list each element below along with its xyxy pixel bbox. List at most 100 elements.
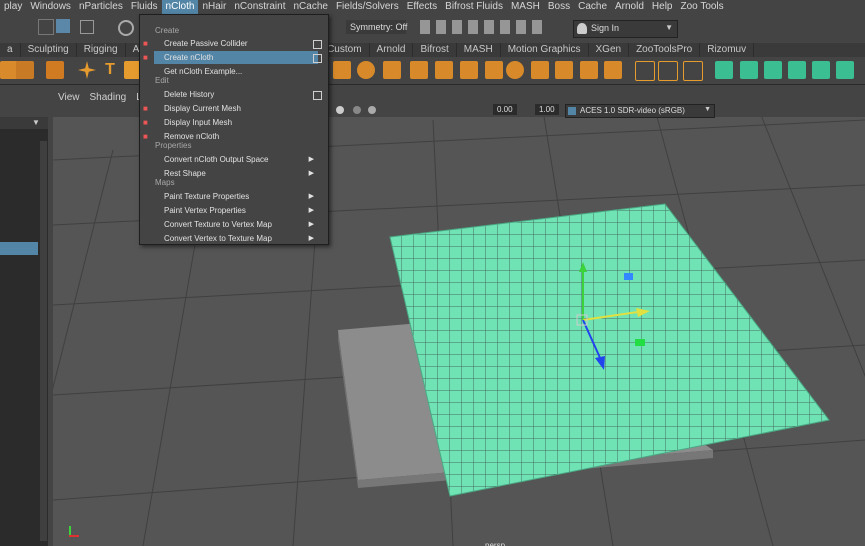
tshirt-icon: ■ (143, 39, 148, 48)
axis-x-icon (69, 535, 79, 537)
menu-fluids[interactable]: Fluids (127, 0, 162, 14)
snap-grid-icon[interactable] (80, 20, 94, 34)
shelf-icon-16[interactable] (604, 61, 622, 79)
menu-mash[interactable]: MASH (507, 0, 544, 14)
colorspace-label: ACES 1.0 SDR-video (sRGB) (580, 106, 685, 115)
option-box-icon[interactable] (313, 91, 322, 100)
gamma-icon[interactable] (368, 106, 376, 114)
menu-help[interactable]: Help (648, 0, 677, 14)
outliner-scrollbar[interactable] (40, 141, 47, 541)
shelf-icon-3[interactable] (46, 61, 64, 79)
section-create: Create (155, 26, 180, 35)
shelf-tab-6[interactable]: Arnold (370, 43, 414, 57)
menu-ncache[interactable]: nCache (289, 0, 331, 14)
outliner-menu-icon[interactable]: ▼ (32, 118, 40, 127)
shelf-tabs: aSculptingRiggingAniCustomArnoldBifrostM… (0, 43, 865, 57)
shelf-icon-20[interactable] (715, 61, 733, 79)
shelf-tab-11[interactable]: ZooToolsPro (629, 43, 701, 57)
shelf-icon-8[interactable] (410, 61, 428, 79)
shelf-icon-19[interactable] (683, 61, 703, 81)
panel-menu-view[interactable]: View (53, 92, 85, 103)
menu-item-convert-ncloth-output-space[interactable]: Convert nCloth Output Space ▶ (154, 153, 318, 166)
menu-item-create-ncloth[interactable]: Create nCloth (154, 51, 318, 64)
shelf-icon-10[interactable] (460, 61, 478, 79)
lasso-icon[interactable] (118, 20, 134, 36)
menu-item-label: Create Passive Collider (164, 39, 248, 48)
shelf-tab-0[interactable]: a (0, 43, 21, 57)
menu-item-remove-ncloth[interactable]: Remove nCloth (154, 130, 318, 143)
menu-cache[interactable]: Cache (574, 0, 611, 14)
menu-item-display-current-mesh[interactable]: Display Current Mesh (154, 102, 318, 115)
menu-item-paint-vertex-properties[interactable]: Paint Vertex Properties ▶ (154, 204, 318, 217)
shelf-tab-12[interactable]: Rizomuv (700, 43, 755, 57)
menu-item-get-ncloth-example[interactable]: Get nCloth Example... (154, 65, 318, 78)
shelf-icon-22[interactable] (764, 61, 782, 79)
shelf-icon-9[interactable] (435, 61, 453, 79)
menu-item-delete-history[interactable]: Delete History (154, 88, 318, 101)
shelf-icon-4[interactable] (78, 61, 96, 79)
sign-in-dropdown[interactable]: Sign In ▼ (573, 20, 678, 38)
shelf-icon-25[interactable] (836, 61, 854, 79)
menu-windows[interactable]: Windows (26, 0, 75, 14)
menu-nhair[interactable]: nHair (198, 0, 230, 14)
menu-item-create-passive-collider[interactable]: Create Passive Collider (154, 37, 318, 50)
shelf-icon-11[interactable] (485, 61, 503, 79)
colorspace-dropdown[interactable]: ACES 1.0 SDR-video (sRGB) ▼ (565, 104, 715, 118)
shelf-tab-9[interactable]: Motion Graphics (501, 43, 589, 57)
text-icon[interactable]: T (101, 61, 119, 79)
shelf-icon-6[interactable] (357, 61, 375, 79)
shelf-icon-24[interactable] (812, 61, 830, 79)
shelf-icon-15[interactable] (580, 61, 598, 79)
select-tool-icon[interactable] (38, 19, 54, 35)
shelf-icon-21[interactable] (740, 61, 758, 79)
shelf-tab-2[interactable]: Rigging (77, 43, 126, 57)
tshirt-icon: ■ (143, 53, 148, 62)
option-box-icon[interactable] (313, 40, 322, 49)
menu-play[interactable]: play (0, 0, 26, 14)
status-line: Symmetry: Off Sign In ▼ (0, 14, 865, 42)
menu-ncloth[interactable]: nCloth (161, 0, 199, 14)
menu-item-paint-texture-properties[interactable]: Paint Texture Properties ▶ (154, 190, 318, 203)
shelf-icon-7[interactable] (383, 61, 401, 79)
shelf-icon-14[interactable] (555, 61, 573, 79)
colorspace-icon (568, 107, 576, 115)
shelf-icon-13[interactable] (531, 61, 549, 79)
shelf-icon-5[interactable] (333, 61, 351, 79)
shelf-icon-23[interactable] (788, 61, 806, 79)
menu-item-rest-shape[interactable]: Rest Shape ▶ (154, 167, 318, 180)
panel-menu-shading[interactable]: Shading (85, 92, 132, 103)
render-icons[interactable] (420, 20, 548, 34)
shelf-tab-10[interactable]: XGen (589, 43, 630, 57)
light-bulb-icon[interactable] (336, 106, 344, 114)
menu-item-convert-texture-to-vertex-map[interactable]: Convert Texture to Vertex Map ▶ (154, 218, 318, 231)
menu-item-label: Rest Shape (164, 169, 206, 178)
shelf-tab-8[interactable]: MASH (457, 43, 501, 57)
shelf-icon-2[interactable] (16, 61, 34, 79)
exposure-value[interactable]: 0.00 (493, 104, 517, 115)
menu-nparticles[interactable]: nParticles (75, 0, 127, 14)
menu-item-label: Paint Vertex Properties (164, 206, 246, 215)
menu-item-label: Convert nCloth Output Space (164, 155, 269, 164)
option-box-icon[interactable] (313, 54, 322, 63)
menu-effects[interactable]: Effects (403, 0, 441, 14)
shelf-icon-17[interactable] (635, 61, 655, 81)
shelf-icon-18[interactable] (658, 61, 678, 81)
menu-arnold[interactable]: Arnold (611, 0, 648, 14)
shelf: T (0, 57, 865, 85)
outliner-selected-row[interactable] (0, 242, 38, 255)
menu-bifrost-fluids[interactable]: Bifrost Fluids (441, 0, 507, 14)
exposure-icon[interactable] (353, 106, 361, 114)
menu-zoo-tools[interactable]: Zoo Tools (676, 0, 727, 14)
move-tool-icon[interactable] (56, 19, 70, 33)
menu-item-convert-vertex-to-texture-map[interactable]: Convert Vertex to Texture Map ▶ (154, 232, 318, 245)
gamma-value[interactable]: 1.00 (535, 104, 559, 115)
shelf-tab-7[interactable]: Bifrost (413, 43, 457, 57)
shelf-icon-12[interactable] (506, 61, 524, 79)
menu-fields-solvers[interactable]: Fields/Solvers (332, 0, 403, 14)
submenu-arrow-icon: ▶ (308, 207, 314, 214)
shelf-tab-1[interactable]: Sculpting (21, 43, 77, 57)
menu-item-display-input-mesh[interactable]: Display Input Mesh (154, 116, 318, 129)
menu-boss[interactable]: Boss (544, 0, 574, 14)
menu-nconstraint[interactable]: nConstraint (230, 0, 289, 14)
tshirt-icon: ■ (143, 118, 148, 127)
